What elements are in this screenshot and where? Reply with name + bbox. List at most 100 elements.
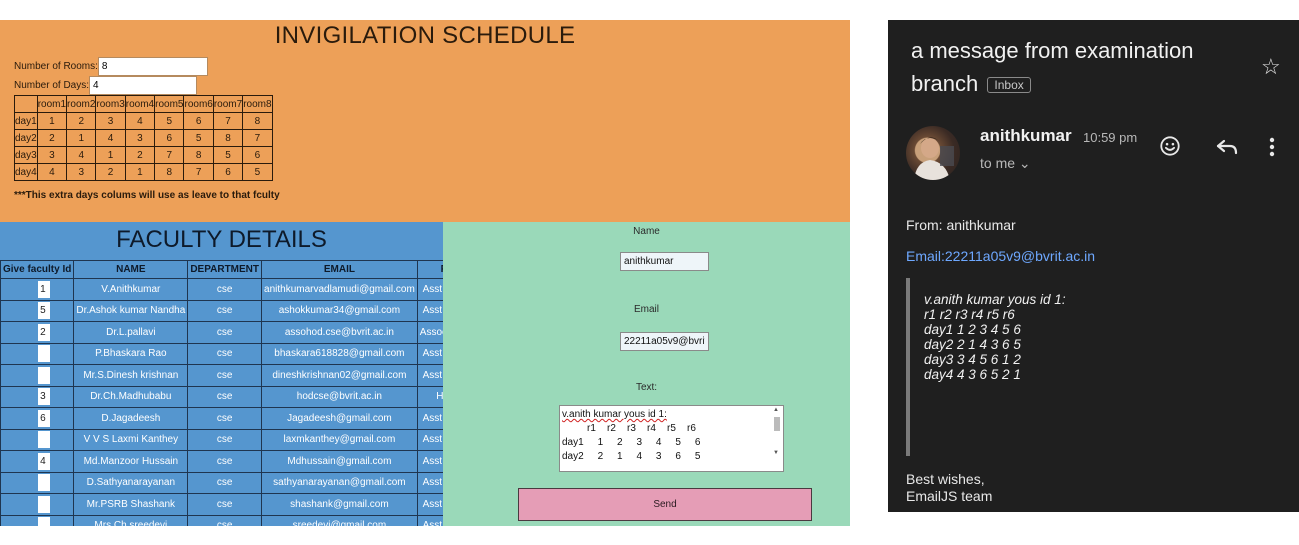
quote-line-6: day4 4 3 6 5 2 1 (924, 367, 1021, 382)
more-vert-icon[interactable] (1268, 136, 1276, 158)
faculty-id-cell: 7 (212, 112, 244, 130)
table-row: 2 Dr.L.pallavi cse assohod.cse@bvrit.ac.in A… (0, 321, 443, 344)
send-button[interactable]: Send (518, 488, 812, 521)
faculty-id-cell (0, 342, 75, 365)
schedule-title: INVIGILATION SCHEDULE (274, 22, 576, 49)
faculty-title: FACULTY DETAILS (116, 226, 327, 253)
from-line: From: anithkumar (906, 217, 1016, 233)
table-row: 1 V.Anithkumar cse anithkumarvadlamudi@gmai… (0, 278, 443, 301)
faculty-id-cell (0, 493, 75, 516)
message-line-4: day2 2 1 4 3 6 5 (562, 451, 701, 462)
faculty-id-cell: 1 (66, 129, 97, 147)
faculty-id-input[interactable]: 4 (38, 452, 51, 470)
scroll-down-icon[interactable]: ▼ (773, 450, 779, 456)
faculty-id-cell: 2 (124, 146, 156, 164)
faculty-id-cell: 6 (183, 112, 214, 130)
avatar[interactable] (906, 126, 960, 180)
faculty-id-cell: 8 (242, 112, 273, 130)
schedule-section: INVIGILATION SCHEDULE Number of Rooms: N… (0, 20, 850, 222)
room-header: room8 (242, 95, 273, 113)
header-faculty-id: Give faculty Id (0, 260, 75, 279)
faculty-id-input[interactable]: 3 (38, 388, 51, 406)
faculty-id-cell: 4 (124, 112, 156, 130)
faculty-id-input[interactable] (38, 474, 51, 492)
faculty-email: Mdhussain@gmail.com (261, 450, 418, 473)
faculty-id-input[interactable] (38, 495, 51, 513)
faculty-department: cse (187, 407, 263, 430)
faculty-id-input[interactable] (38, 345, 51, 363)
room-header: room1 (36, 95, 68, 113)
faculty-role: Asst professor (416, 450, 443, 473)
inbox-badge[interactable]: Inbox (987, 77, 1031, 94)
quoted-schedule: v.anith kumar yous id 1: r1 r2 r3 r4 r5 … (906, 278, 1286, 456)
faculty-id-cell: 5 (0, 299, 75, 322)
faculty-id-cell: 1 (95, 146, 126, 164)
faculty-id-input[interactable] (38, 431, 51, 449)
faculty-name: Md.Manzoor Hussain (73, 450, 189, 473)
days-input[interactable] (89, 76, 198, 95)
message-scrollbar[interactable]: ▲ ▼ (772, 407, 782, 470)
message-textarea[interactable]: v.anith kumar yous id 1: r1 r2 r3 r4 r5 … (559, 405, 784, 472)
star-icon[interactable]: ☆ (1261, 54, 1281, 80)
rooms-input[interactable] (97, 57, 208, 76)
rooms-label: Number of Rooms: (14, 61, 98, 72)
days-label: Number of Days: (14, 80, 90, 91)
faculty-name: D.Jagadeesh (73, 407, 189, 430)
room-schedule-table: room1 room2 room3 room4 room5 room6 room7 room8… (14, 95, 273, 181)
faculty-id-cell: 1 (0, 278, 75, 301)
quote-line-3: day1 1 2 3 4 5 6 (924, 322, 1021, 337)
faculty-id-input[interactable] (38, 517, 51, 526)
faculty-name: Mrs.Ch.sreedevi (73, 514, 189, 526)
faculty-name: Dr.Ashok kumar Nandha (73, 299, 189, 322)
faculty-id-input[interactable]: 1 (38, 280, 51, 298)
reply-icon[interactable] (1215, 136, 1239, 158)
faculty-id-input[interactable]: 2 (38, 323, 51, 341)
faculty-department: cse (187, 428, 263, 451)
faculty-email: bhaskara618828@gmail.com (261, 342, 418, 365)
faculty-id-cell: 6 (0, 407, 75, 430)
faculty-id-cell (0, 364, 75, 387)
quote-line-4: day2 2 1 4 3 6 5 (924, 337, 1021, 352)
name-input[interactable] (620, 252, 709, 271)
faculty-id-cell: 5 (154, 112, 185, 130)
faculty-id-cell: 6 (154, 129, 185, 147)
header-department: DEPARTMENT (187, 260, 263, 279)
recipient-toggle[interactable]: to me ⌄ (980, 155, 1031, 172)
email-line[interactable]: Email:22211a05v9@bvrit.ac.in (906, 248, 1095, 264)
sender-name[interactable]: anithkumar (980, 126, 1072, 146)
faculty-id-cell: 8 (212, 129, 244, 147)
days-field: Number of Days: (14, 76, 198, 95)
to-me-label: to me (980, 155, 1016, 171)
email-input[interactable] (620, 332, 709, 351)
header-name: NAME (73, 260, 189, 279)
faculty-email: shashank@gmail.com (261, 493, 418, 516)
faculty-department: cse (187, 364, 263, 387)
table-row: Mrs.Ch.sreedevi cse sreedevi@gmail.com Asst… (0, 514, 443, 526)
faculty-id-cell: 3 (66, 163, 97, 181)
faculty-id-cell: 5 (212, 146, 244, 164)
faculty-id-input[interactable]: 6 (38, 409, 51, 427)
faculty-email: sreedevi@gmail.com (261, 514, 418, 526)
faculty-department: cse (187, 342, 263, 365)
faculty-name: V.Anithkumar (73, 278, 189, 301)
schedule-row: day2 2 1 4 3 6 5 8 7 (14, 129, 273, 147)
message-line-3: day1 1 2 3 4 5 6 (562, 437, 701, 448)
faculty-email: sathyanarayanan@gmail.com (261, 471, 418, 494)
faculty-email: dineshkrishnan02@gmail.com (261, 364, 418, 387)
room-header: room4 (124, 95, 156, 113)
faculty-id-cell: 6 (212, 163, 244, 181)
day-label: day4 (14, 163, 38, 181)
faculty-id-input[interactable] (38, 366, 51, 384)
faculty-id-cell: 8 (154, 163, 185, 181)
faculty-name: Mr.S.Dinesh krishnan (73, 364, 189, 387)
table-row: 3 Dr.Ch.Madhubabucsehodcse@bvrit.ac.inHod… (0, 385, 443, 408)
faculty-role: Asst professor (416, 364, 443, 387)
scroll-thumb[interactable] (774, 417, 780, 431)
scroll-up-icon[interactable]: ▲ (773, 407, 779, 413)
quote-line-1: v.anith kumar yous id 1: (924, 292, 1066, 307)
emoji-icon[interactable] (1159, 135, 1181, 157)
send-time: 10:59 pm (1083, 130, 1138, 145)
faculty-id-cell: 3 (0, 385, 75, 408)
gmail-message-view: a message from examination branch Inbox … (888, 20, 1299, 512)
faculty-id-input[interactable]: 5 (38, 302, 51, 320)
